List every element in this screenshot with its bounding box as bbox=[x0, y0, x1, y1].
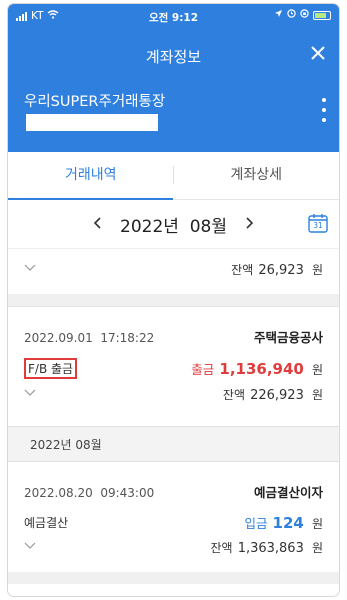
currency-unit: 원 bbox=[311, 388, 323, 402]
chevron-right-icon bbox=[246, 216, 254, 229]
balance-value: 1,363,863 bbox=[237, 541, 304, 556]
more-dot-icon bbox=[322, 118, 326, 122]
list-item[interactable]: 잔액 26,923 원 bbox=[8, 248, 339, 294]
transaction-datetime: 2022.09.01 17:18:22 bbox=[24, 331, 155, 345]
calendar-button[interactable]: 31 bbox=[307, 212, 329, 234]
list-spacer bbox=[8, 572, 339, 584]
balance-value: 226,923 bbox=[250, 388, 304, 403]
list-item[interactable]: 2022.08.20 09:43:00 예금결산이자 예금결산 입금 124 원… bbox=[8, 462, 339, 572]
transaction-counterparty: 예금결산이자 bbox=[253, 485, 323, 500]
balance-value: 26,923 bbox=[258, 263, 304, 278]
prev-month-button[interactable] bbox=[92, 214, 104, 235]
currency-unit: 원 bbox=[311, 541, 323, 555]
currency-unit: 원 bbox=[311, 363, 323, 377]
month-label: 2022년 08월 bbox=[120, 216, 227, 237]
deposit-label: 입금 bbox=[244, 516, 268, 531]
chevron-down-icon[interactable] bbox=[24, 540, 36, 553]
more-menu-button[interactable] bbox=[321, 98, 327, 122]
more-dot-icon bbox=[322, 108, 326, 112]
transaction-memo: F/B 출금 bbox=[24, 358, 78, 379]
withdrawal-label: 출금 bbox=[191, 362, 215, 377]
account-name: 우리SUPER주거래통장 bbox=[24, 94, 166, 110]
transaction-datetime: 2022.08.20 09:43:00 bbox=[24, 486, 155, 500]
status-right bbox=[274, 9, 331, 21]
account-number-redacted bbox=[26, 114, 158, 131]
next-month-button[interactable] bbox=[243, 214, 255, 235]
transaction-counterparty: 주택금융공사 bbox=[253, 330, 323, 345]
close-button[interactable] bbox=[307, 42, 329, 64]
balance-label: 잔액 bbox=[231, 263, 254, 277]
tab-bar: 거래내역 계좌상세 bbox=[8, 152, 339, 200]
list-item[interactable]: 2022.09.01 17:18:22 주택금융공사 F/B 출금 출금 1,1… bbox=[8, 306, 339, 426]
status-bar: KT 오전 9:12 bbox=[8, 4, 339, 28]
account-header: 계좌정보 우리SUPER주거래통장 bbox=[8, 28, 339, 152]
location-icon bbox=[274, 9, 283, 21]
balance-label: 잔액 bbox=[222, 388, 245, 402]
alarm-icon bbox=[287, 9, 296, 21]
more-dot-icon bbox=[322, 98, 326, 102]
chevron-down-icon[interactable] bbox=[24, 387, 36, 400]
page-title: 계좌정보 bbox=[145, 48, 202, 66]
tab-transactions[interactable]: 거래내역 bbox=[8, 152, 174, 199]
close-icon bbox=[311, 46, 325, 60]
month-section-header: 2022년 08월 bbox=[8, 426, 339, 462]
tab-divider bbox=[173, 166, 174, 184]
chevron-down-icon[interactable] bbox=[24, 262, 36, 275]
calendar-day: 31 bbox=[313, 221, 323, 230]
battery-icon bbox=[313, 10, 331, 20]
withdrawal-amount: 1,136,940 bbox=[219, 360, 304, 378]
app-frame: KT 오전 9:12 계좌정보 우리SUPER주거래통장 거래내역 계좌상세 2… bbox=[8, 4, 339, 596]
deposit-amount: 124 bbox=[272, 514, 304, 532]
currency-unit: 원 bbox=[311, 517, 323, 531]
chevron-left-icon bbox=[93, 216, 101, 229]
month-selector: 2022년 08월 31 bbox=[8, 200, 339, 248]
list-spacer bbox=[8, 294, 339, 306]
tab-account-details[interactable]: 계좌상세 bbox=[174, 152, 340, 199]
transaction-list: 잔액 26,923 원 2022.09.01 17:18:22 주택금융공사 F… bbox=[8, 248, 339, 584]
balance-label: 잔액 bbox=[210, 541, 233, 555]
orientation-lock-icon bbox=[300, 9, 309, 21]
transaction-memo: 예금결산 bbox=[24, 516, 69, 530]
currency-unit: 원 bbox=[311, 263, 323, 277]
